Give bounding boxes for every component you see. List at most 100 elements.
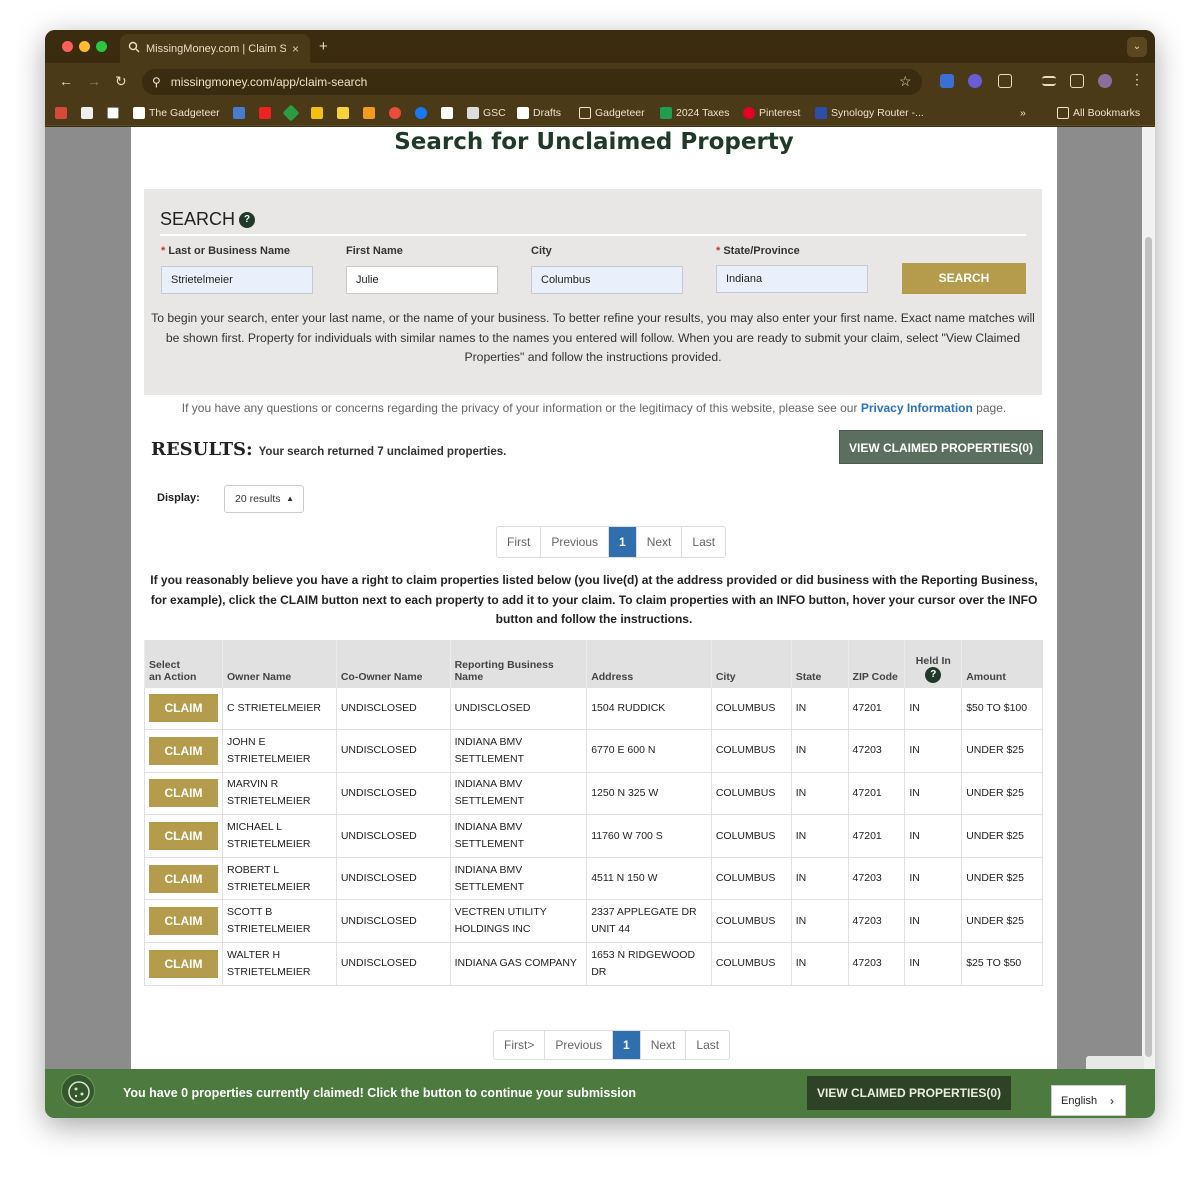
site-settings-icon[interactable]: ⚲ [152, 75, 161, 89]
reporting-business-cell: INDIANA BMV SETTLEMENT [449, 856, 588, 901]
extension-icon[interactable] [968, 74, 982, 88]
scrollbar[interactable] [1142, 127, 1155, 1118]
maximize-window-button[interactable] [96, 41, 107, 52]
privacy-notice: If you have any questions or concerns re… [181, 401, 1007, 415]
last-name-input[interactable]: Strietelmeier [161, 266, 313, 294]
search-heading: SEARCH ? [160, 209, 256, 230]
photos-icon[interactable] [389, 107, 401, 119]
pager-first[interactable]: First> [494, 1031, 546, 1059]
back-arrow-icon[interactable]: ← [59, 73, 73, 89]
claim-button[interactable]: CLAIM [149, 949, 218, 978]
google-drive-icon[interactable] [311, 107, 323, 119]
pager-next[interactable]: Next [637, 527, 683, 557]
table-row: CLAIM MARVIN R STRIETELMEIER UNDISCLOSED IND… [144, 771, 1043, 816]
browser-tab[interactable]: MissingMoney.com | Claim Se × [120, 34, 310, 63]
kebab-menu-icon[interactable]: ⋮ [1130, 71, 1144, 88]
bookmark-icon[interactable] [233, 107, 245, 119]
bookmark-gsc[interactable]: GSC [467, 107, 506, 119]
pager-first[interactable]: First [497, 527, 542, 557]
reporting-business-cell: INDIANA BMV SETTLEMENT [449, 771, 588, 816]
claim-button[interactable]: CLAIM [149, 694, 218, 723]
pager-page-1[interactable]: 1 [613, 1031, 641, 1059]
reading-list-icon[interactable] [1042, 76, 1056, 86]
state-cell: IN [790, 899, 849, 944]
view-claimed-properties-button[interactable]: VIEW CLAIMED PROPERTIES(0) [839, 430, 1043, 464]
zip-cell: 47201 [847, 814, 906, 858]
help-icon[interactable]: ? [239, 211, 256, 228]
address-cell: 1250 N 325 W [586, 771, 712, 816]
reporting-business-cell: INDIANA BMV SETTLEMENT [449, 814, 588, 858]
bookmark-icon[interactable] [441, 107, 453, 119]
side-panel-icon[interactable] [1070, 74, 1084, 88]
tab-search-menu[interactable]: ⌄ [1127, 37, 1147, 57]
all-bookmarks-folder[interactable]: All Bookmarks [1057, 107, 1140, 119]
bookmark-icon[interactable] [337, 107, 349, 119]
col-reporting-business: Reporting Business Name [449, 640, 587, 687]
select-cell: CLAIM [144, 856, 223, 901]
bookmark-synology-router[interactable]: Synology Router -... [815, 107, 924, 119]
first-name-input[interactable]: Julie [346, 266, 498, 294]
claim-button[interactable]: CLAIM [149, 822, 218, 851]
zip-cell: 47203 [847, 899, 906, 944]
pager-last[interactable]: Last [686, 1031, 729, 1059]
bookmark-gadgeteer-folder[interactable]: Gadgeteer [579, 107, 645, 119]
claim-button[interactable]: CLAIM [149, 736, 218, 765]
results-per-page-select[interactable]: 20 results ▲ [224, 485, 304, 513]
pager-last[interactable]: Last [682, 527, 725, 557]
facebook-icon[interactable] [415, 107, 427, 119]
language-selector[interactable]: English › [1051, 1085, 1126, 1116]
bookmark-icon[interactable] [282, 104, 300, 122]
new-tab-button[interactable]: + [319, 38, 328, 55]
help-icon[interactable]: ? [925, 666, 942, 683]
minimize-window-button[interactable] [79, 41, 90, 52]
bookmark-2024-taxes[interactable]: 2024 Taxes [660, 107, 730, 119]
bookmark-pinterest[interactable]: Pinterest [743, 107, 800, 119]
scrollbar-thumb[interactable] [1145, 237, 1152, 1057]
owner-name-cell: SCOTT B STRIETELMEIER [222, 899, 337, 944]
extensions-puzzle-icon[interactable] [998, 74, 1012, 88]
gmail-icon[interactable] [55, 107, 67, 119]
pager-next[interactable]: Next [641, 1031, 687, 1059]
zip-cell: 47201 [847, 686, 906, 731]
privacy-information-link[interactable]: Privacy Information [861, 401, 973, 415]
city-label: City [531, 245, 552, 257]
coowner-name-cell: UNDISCLOSED [335, 686, 451, 731]
city-cell: COLUMBUS [710, 899, 792, 944]
cookie-icon[interactable] [61, 1074, 95, 1108]
profile-avatar[interactable] [1098, 74, 1112, 88]
banner-view-claimed-button[interactable]: VIEW CLAIMED PROPERTIES(0) [807, 1076, 1011, 1110]
analytics-icon[interactable] [363, 107, 375, 119]
bookmark-icon[interactable] [81, 107, 93, 119]
claim-button[interactable]: CLAIM [149, 907, 218, 936]
gadgeteer-icon [133, 107, 145, 119]
coowner-name-cell: UNDISCLOSED [335, 856, 451, 901]
close-window-button[interactable] [62, 41, 73, 52]
col-coowner-name: Co-Owner Name [335, 640, 451, 687]
amount-cell: UNDER $25 [961, 856, 1043, 901]
pager-previous[interactable]: Previous [541, 527, 610, 557]
bookmark-icon[interactable] [107, 107, 119, 119]
address-bar[interactable]: ⚲ missingmoney.com/app/claim-search [142, 69, 922, 95]
claim-button[interactable]: CLAIM [149, 864, 218, 893]
pager-page-1[interactable]: 1 [609, 527, 637, 557]
col-state: State [790, 640, 849, 687]
state-select[interactable]: Indiana [716, 265, 868, 293]
bookmark-the-gadgeteer[interactable]: The Gadgeteer [133, 107, 220, 119]
select-cell: CLAIM [144, 942, 223, 986]
select-cell: CLAIM [144, 814, 223, 858]
bookmark-drafts[interactable]: Drafts [517, 107, 561, 119]
more-bookmarks-button[interactable]: » [1020, 107, 1026, 119]
close-tab-icon[interactable]: × [292, 42, 299, 56]
forward-arrow-icon[interactable]: → [87, 73, 101, 89]
search-button[interactable]: SEARCH [902, 263, 1026, 294]
url-text: missingmoney.com/app/claim-search [170, 75, 368, 89]
bitwarden-icon[interactable] [940, 74, 954, 88]
reload-icon[interactable]: ↻ [115, 73, 127, 90]
city-input[interactable]: Columbus [531, 266, 683, 294]
bookmark-star-icon[interactable]: ☆ [899, 73, 912, 90]
youtube-icon[interactable] [259, 107, 271, 119]
folder-icon [1057, 107, 1069, 119]
claim-button[interactable]: CLAIM [149, 779, 218, 808]
state-cell: IN [790, 856, 849, 901]
pager-previous[interactable]: Previous [545, 1031, 614, 1059]
